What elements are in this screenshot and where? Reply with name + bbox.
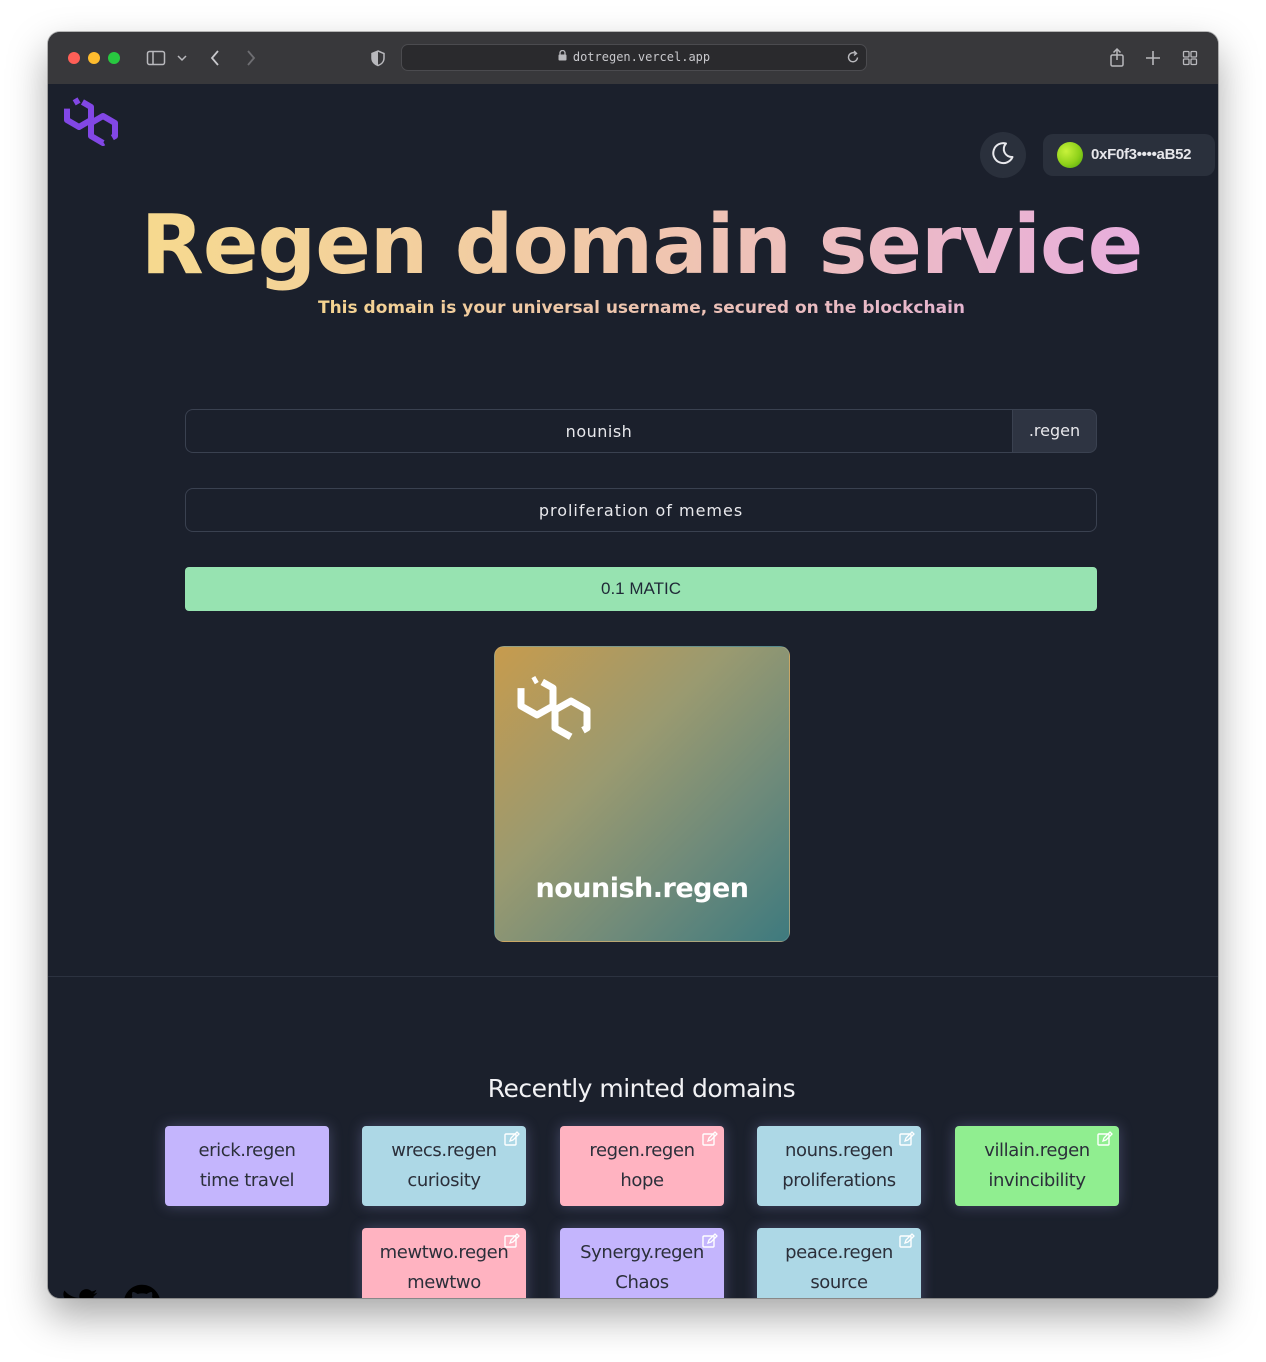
divider <box>48 976 1218 977</box>
privacy-shield-icon[interactable] <box>370 46 386 70</box>
domain-tile[interactable]: villain.regen invincibility <box>955 1126 1119 1206</box>
url-text: dotregen.vercel.app <box>572 50 711 64</box>
minimize-window-button[interactable] <box>88 52 100 64</box>
domain-tile[interactable]: erick.regen time travel <box>165 1126 329 1206</box>
polygon-logo-icon[interactable] <box>64 96 118 152</box>
forward-icon[interactable] <box>244 46 258 70</box>
reload-icon[interactable] <box>846 48 860 70</box>
lock-icon <box>558 49 567 64</box>
edit-icon[interactable] <box>1097 1131 1113 1152</box>
theme-toggle-button[interactable] <box>980 132 1026 178</box>
share-icon[interactable] <box>1108 46 1126 70</box>
edit-icon[interactable] <box>702 1131 718 1152</box>
new-tab-icon[interactable] <box>1145 46 1161 70</box>
chevron-down-icon[interactable] <box>176 46 188 70</box>
record-input[interactable] <box>185 488 1097 532</box>
domain-tile-name: mewtwo.regen <box>379 1242 509 1263</box>
mint-button[interactable]: 0.1 MATIC <box>185 567 1097 611</box>
domain-input[interactable] <box>185 409 1012 453</box>
domain-tile-name: villain.regen <box>984 1140 1090 1161</box>
browser-window: dotregen.vercel.app 0xF0f3••••aB52 Regen… <box>48 32 1218 1298</box>
preview-domain-name: nounish.regen <box>535 873 749 904</box>
domain-tile-name: Synergy.regen <box>580 1242 704 1263</box>
domain-tile-record: invincibility <box>988 1170 1086 1191</box>
page-content: 0xF0f3••••aB52 Regen domain service This… <box>48 84 1218 1298</box>
polygon-logo-icon <box>515 673 595 749</box>
domain-tile[interactable]: regen.regen hope <box>560 1126 724 1206</box>
edit-icon[interactable] <box>504 1233 520 1254</box>
address-bar[interactable]: dotregen.vercel.app <box>401 44 867 71</box>
sidebar-toggle-icon[interactable] <box>146 46 166 70</box>
edit-icon[interactable] <box>702 1233 718 1254</box>
domain-input-group: .regen <box>185 409 1097 453</box>
domain-tile-name: nouns.regen <box>785 1140 893 1161</box>
twitter-icon[interactable] <box>62 1288 98 1298</box>
page-subtitle: This domain is your universal username, … <box>48 298 1218 318</box>
domain-tile-record: proliferations <box>782 1170 896 1191</box>
domain-tile-record: curiosity <box>407 1170 481 1191</box>
domain-tile[interactable]: wrecs.regen curiosity <box>362 1126 526 1206</box>
zoom-window-button[interactable] <box>108 52 120 64</box>
page-title: Regen domain service <box>48 196 1218 296</box>
edit-icon[interactable] <box>504 1131 520 1152</box>
domain-tile-record: mewtwo <box>407 1272 481 1293</box>
domain-preview-card: nounish.regen <box>494 646 790 942</box>
wallet-button[interactable]: 0xF0f3••••aB52 <box>1043 134 1215 176</box>
domain-tile[interactable]: nouns.regen proliferations <box>757 1126 921 1206</box>
recent-domains-title: Recently minted domains <box>487 1074 796 1103</box>
domain-tile-name: erick.regen <box>198 1140 296 1161</box>
domain-tile[interactable]: mewtwo.regen mewtwo <box>362 1228 526 1298</box>
domain-tile-record: time travel <box>199 1170 295 1191</box>
wallet-avatar <box>1057 142 1083 168</box>
domain-tile-name: wrecs.regen <box>391 1140 497 1161</box>
close-window-button[interactable] <box>68 52 80 64</box>
domain-tile[interactable]: Synergy.regen Chaos <box>560 1228 724 1298</box>
tld-suffix: .regen <box>1012 409 1097 453</box>
domain-tile-name: regen.regen <box>589 1140 695 1161</box>
wallet-address: 0xF0f3••••aB52 <box>1091 146 1192 163</box>
edit-icon[interactable] <box>899 1131 915 1152</box>
github-icon[interactable] <box>123 1284 161 1298</box>
domain-tile-record: hope <box>620 1170 664 1191</box>
tab-overview-icon[interactable] <box>1182 46 1198 70</box>
browser-toolbar: dotregen.vercel.app <box>48 32 1218 85</box>
edit-icon[interactable] <box>899 1233 915 1254</box>
domain-tile-record: source <box>810 1272 868 1293</box>
moon-icon <box>990 140 1016 170</box>
domain-tile-record: Chaos <box>615 1272 669 1293</box>
domain-tile[interactable]: peace.regen source <box>757 1228 921 1298</box>
back-icon[interactable] <box>208 46 222 70</box>
domain-tile-name: peace.regen <box>785 1242 893 1263</box>
